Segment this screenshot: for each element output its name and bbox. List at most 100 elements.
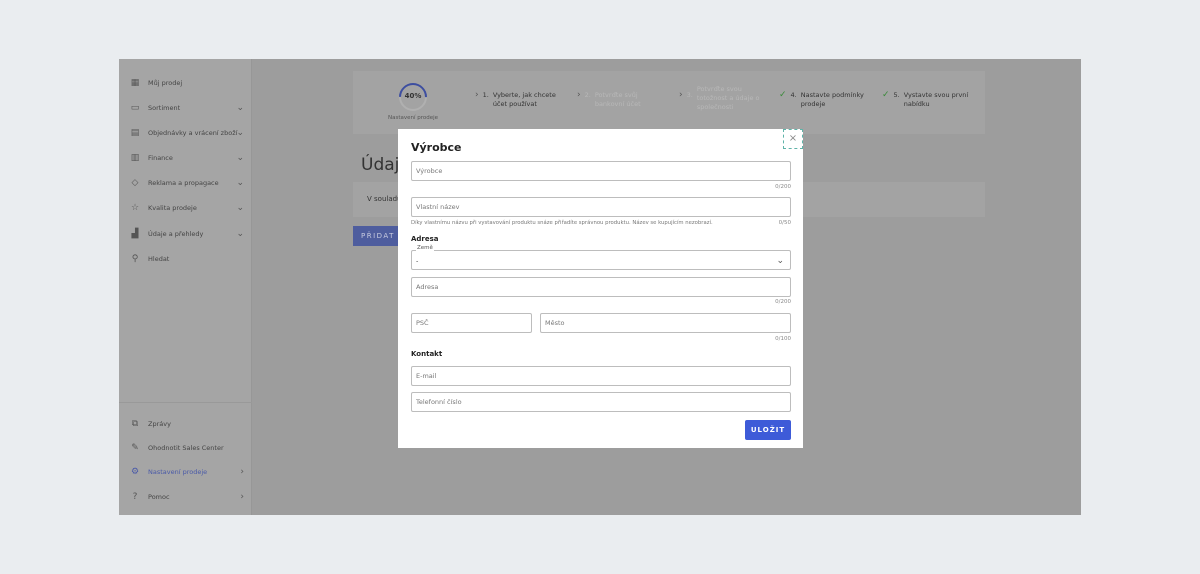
sidebar-item-messages[interactable]: ⧉ Zprávy [119,414,252,434]
step-text: Vystavte svou první nabídku [903,91,969,108]
step-number: 4. [790,91,797,99]
onboarding-stepper: 40% Nastavení prodeje › 1. Vyberte, jak ch… [353,71,985,134]
box-icon: ▭ [130,103,140,113]
sidebar-item-label: Objednávky a vrácení zboží [148,129,238,137]
manufacturer-dialog: × Výrobce Výrobce 0/200 Vlastní název Dí… [398,129,803,448]
city-input[interactable]: Město [540,313,791,333]
step-number: 5. [893,91,900,99]
custom-name-hint: Díky vlastnímu názvu při vystavování pro… [411,220,713,226]
step-text: Nastavte podmínky prodeje [800,91,864,108]
chevron-right-icon: › [240,467,244,477]
placeholder: Město [545,319,565,327]
search-icon: ⚲ [131,254,139,264]
chevron-down-icon: ⌄ [776,256,784,266]
placeholder: Adresa [416,283,439,291]
step-5[interactable]: ✓ 5. Vystavte svou první nabídku [882,91,974,109]
sidebar-item-label: Kvalita prodeje [148,204,197,212]
zip-input[interactable]: PSČ [411,313,532,333]
document-icon: ▤ [130,128,140,138]
sidebar-item-advertising[interactable]: ◇ Reklama a propagace ⌄ [119,173,252,193]
char-counter: 0/200 [775,299,791,305]
invoice-icon: ▥ [130,153,140,163]
sidebar-item-label: Finance [148,154,173,162]
close-icon: × [788,133,798,144]
chevron-down-icon: ⌄ [236,178,244,188]
phone-input[interactable]: Telefonní číslo [411,392,791,412]
gear-icon: ⚙ [130,467,140,477]
chevron-right-icon: › [679,90,683,100]
sidebar-divider [119,402,252,403]
check-icon: ✓ [779,90,787,100]
chevron-right-icon: › [577,90,581,100]
help-icon: ? [132,492,138,502]
sidebar-item-label: Údaje a přehledy [148,230,204,238]
email-input[interactable]: E-mail [411,366,791,386]
step-text: Potvrďte svůj bankovní účet [594,91,641,108]
section-address: Adresa [411,235,439,243]
sidebar-item-reports[interactable]: ▟ Údaje a přehledy ⌄ [119,224,252,244]
dialog-title: Výrobce [411,141,462,154]
chevron-down-icon: ⌄ [236,153,244,163]
check-icon: ✓ [882,90,890,100]
sidebar-item-label: Sortiment [148,104,181,112]
star-icon: ☆ [130,203,140,213]
manufacturer-input[interactable]: Výrobce [411,161,791,181]
step-text: Vyberte, jak chcete účet používat [492,91,556,108]
chevron-right-icon: › [240,492,244,502]
sidebar-item-label: Reklama a propagace [148,179,219,187]
step-2: › 2. Potvrďte svůj bankovní účet [577,91,650,109]
placeholder: Telefonní číslo [416,398,462,406]
placeholder: Vlastní název [416,203,460,211]
step-number: 1. [482,91,489,99]
placeholder: PSČ [416,319,429,327]
chevron-down-icon: ⌄ [236,128,244,138]
sidebar-item-my-sales[interactable]: ▦ Můj prodej [119,73,252,93]
country-label: Země [416,245,434,251]
sidebar-item-label: Nastavení prodeje [148,468,208,476]
sidebar: ▦ Můj prodej ▭ Sortiment ⌄ ▤ Objednávky a vr… [119,59,252,515]
sidebar-item-label: Pomoc [148,493,170,501]
custom-name-input[interactable]: Vlastní název [411,197,791,217]
chevron-down-icon: ⌄ [236,103,244,113]
char-counter: 0/100 [775,336,791,342]
step-1[interactable]: › 1. Vyberte, jak chcete účet používat [475,91,561,109]
messages-icon: ⧉ [131,419,139,429]
tag-icon: ◇ [131,178,139,188]
edit-icon: ✎ [131,443,139,453]
notice-text: V souladu [367,195,402,203]
sidebar-item-assortment[interactable]: ▭ Sortiment ⌄ [119,98,252,118]
sidebar-item-quality[interactable]: ☆ Kvalita prodeje ⌄ [119,198,252,218]
progress-label: Nastavení prodeje [387,115,439,121]
sidebar-item-search[interactable]: ⚲ Hledat [119,249,252,269]
chevron-down-icon: ⌄ [236,203,244,213]
char-counter: 0/50 [778,220,791,226]
sidebar-item-label: Můj prodej [148,79,183,87]
close-button[interactable]: × [783,129,803,149]
save-button[interactable]: ULOŽIT [745,420,791,440]
placeholder: Výrobce [416,167,443,175]
step-text: Potvrďte svou totožnost a údaje o společ… [696,85,760,111]
chevron-right-icon: › [475,90,479,100]
dashboard-icon: ▦ [130,78,140,88]
sidebar-item-help[interactable]: ? Pomoc › [119,487,252,507]
char-counter: 0/200 [775,184,791,190]
sidebar-item-label: Ohodnotit Sales Center [148,444,224,452]
progress-value: 40% [404,92,422,100]
chevron-down-icon: ⌄ [236,229,244,239]
sidebar-item-sales-settings[interactable]: ⚙ Nastavení prodeje › [119,462,252,482]
country-select[interactable]: - ⌄ [411,250,791,270]
step-number: 3. [686,91,693,99]
step-3: › 3. Potvrďte svou totožnost a údaje o spo… [679,85,763,112]
sidebar-item-rate[interactable]: ✎ Ohodnotit Sales Center [119,438,252,458]
step-4[interactable]: ✓ 4. Nastavte podmínky prodeje [779,91,867,109]
chart-icon: ▟ [131,229,139,239]
sidebar-item-finance[interactable]: ▥ Finance ⌄ [119,148,252,168]
step-number: 2. [584,91,591,99]
sidebar-item-label: Hledat [148,255,170,263]
section-contact: Kontakt [411,350,443,358]
placeholder: E-mail [416,372,437,380]
sidebar-item-label: Zprávy [148,420,171,428]
selected-value: - [416,257,419,265]
sidebar-item-orders[interactable]: ▤ Objednávky a vrácení zboží ⌄ [119,123,252,143]
address-input[interactable]: Adresa [411,277,791,297]
